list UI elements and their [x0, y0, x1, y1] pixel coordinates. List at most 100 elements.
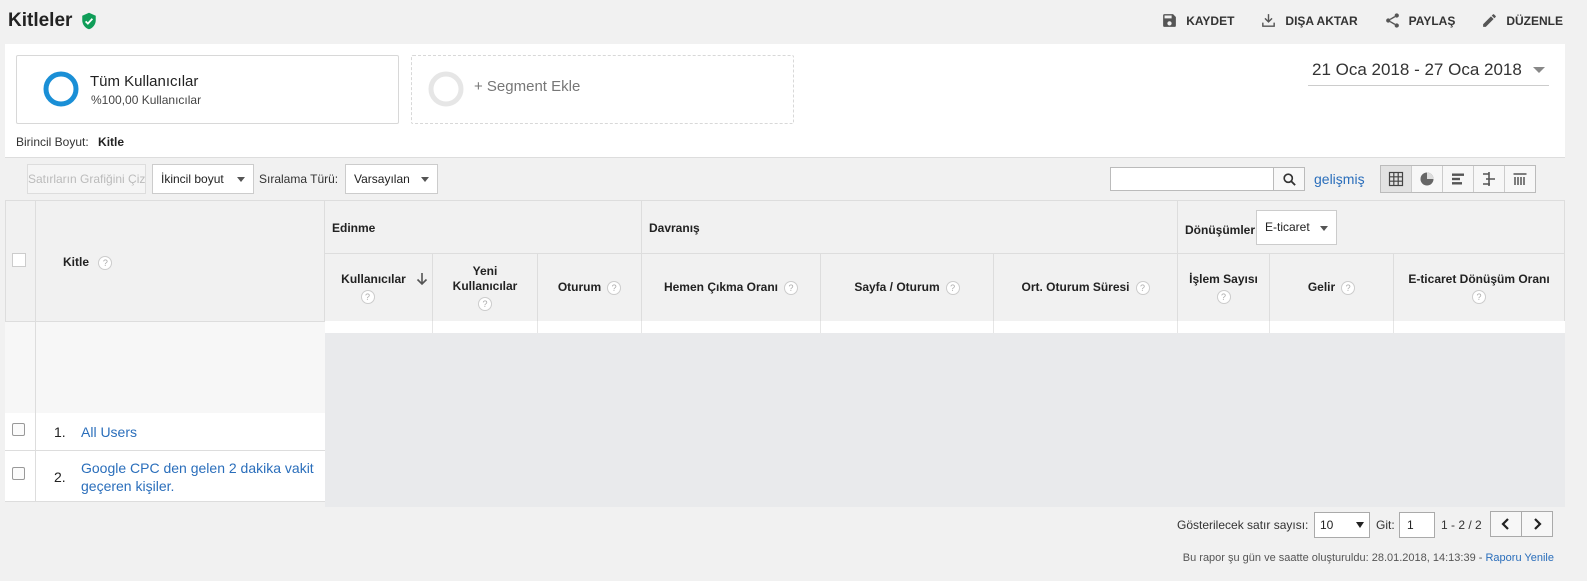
segment-subtitle: %100,00 Kullanıcılar: [91, 93, 202, 107]
sort-type-value: Varsayılan: [354, 172, 410, 186]
primary-dimension: Birincil Boyut: Kitle: [16, 135, 124, 149]
dropdown-caret-icon: [1320, 226, 1328, 231]
view-toggle-group: [1380, 165, 1536, 193]
column-divider: [432, 321, 433, 333]
column-header-avg-session[interactable]: Ort. Oturum Süresi ?: [993, 253, 1178, 322]
date-range-picker[interactable]: 21 Oca 2018 - 27 Oca 2018: [1308, 60, 1549, 86]
transactions-header-label: İşlem Sayısı: [1189, 271, 1258, 286]
pie-chart-icon: [1420, 172, 1434, 186]
column-header-ecommerce-rate[interactable]: E-ticaret Dönüşüm Oranı ?: [1393, 253, 1565, 322]
column-divider: [537, 321, 538, 333]
rows-per-page-select[interactable]: 10: [1314, 512, 1370, 538]
column-header-users[interactable]: Kullanıcılar ?: [324, 253, 433, 322]
help-icon[interactable]: ?: [1135, 280, 1150, 295]
next-page-button[interactable]: [1522, 512, 1552, 536]
row-link[interactable]: Google CPC den gelen 2 dakika vakit geçe…: [81, 459, 321, 495]
export-label: DIŞA AKTAR: [1285, 13, 1358, 28]
chevron-left-icon: [1501, 518, 1509, 530]
table-view-button[interactable]: [1381, 166, 1412, 192]
column-header-sessions[interactable]: Oturum ?: [537, 253, 642, 322]
loading-data-area: [325, 333, 1565, 507]
column-header-new-users[interactable]: Yeni Kullanıcılar ?: [432, 253, 538, 322]
dimension-header-label: Kitle ?: [63, 255, 113, 270]
users-header-label: Kullanıcılar: [341, 271, 406, 286]
download-icon: [1262, 14, 1276, 27]
conversions-group-header: Dönüşümler: [1177, 200, 1565, 254]
conversions-group-label: Dönüşümler: [1185, 223, 1256, 237]
help-icon[interactable]: ?: [607, 280, 622, 295]
table-search-input[interactable]: [1110, 167, 1274, 191]
refresh-report-link[interactable]: Raporu Yenile: [1485, 552, 1554, 564]
help-icon[interactable]: ?: [945, 280, 960, 295]
add-segment-label[interactable]: + Segment Ekle: [474, 78, 580, 95]
column-divider: [993, 321, 994, 333]
dimension-header-text: Kitle: [63, 255, 90, 269]
column-divider: [1393, 321, 1394, 333]
performance-view-button[interactable]: [1443, 166, 1474, 192]
comparison-view-button[interactable]: [1474, 166, 1505, 192]
column-divider: [641, 321, 642, 333]
verified-shield-icon: [82, 12, 96, 30]
grid-icon: [1388, 171, 1404, 187]
page-title: Kitleler: [8, 10, 73, 31]
help-icon[interactable]: ?: [478, 297, 492, 311]
help-icon[interactable]: ?: [784, 280, 799, 295]
pie-view-button[interactable]: [1412, 166, 1443, 192]
advanced-filter-link[interactable]: gelişmiş: [1314, 171, 1365, 187]
secondary-dimension-label: İkincil boyut: [161, 172, 224, 186]
help-icon[interactable]: ?: [1472, 289, 1486, 304]
date-range-value: 21 Oca 2018 - 27 Oca 2018: [1312, 60, 1522, 79]
help-icon[interactable]: ?: [1216, 289, 1231, 304]
sessions-header-label: Oturum: [557, 280, 602, 294]
chevron-down-icon: [1533, 67, 1545, 73]
row-divider: [35, 322, 36, 502]
share-button[interactable]: PAYLAŞ: [1384, 12, 1456, 29]
add-segment-card[interactable]: [411, 55, 794, 124]
dropdown-caret-icon: [237, 177, 245, 182]
search-button[interactable]: [1273, 167, 1305, 191]
share-label: PAYLAŞ: [1408, 13, 1456, 28]
totals-row: [5, 322, 325, 414]
previous-page-button[interactable]: [1491, 512, 1522, 536]
sort-type-dropdown[interactable]: Varsayılan: [345, 164, 438, 194]
chevron-right-icon: [1534, 518, 1542, 530]
primary-dimension-value[interactable]: Kitle: [98, 135, 124, 149]
help-icon[interactable]: ?: [98, 255, 113, 270]
help-icon[interactable]: ?: [1341, 280, 1356, 295]
page-range: 1 - 2 / 2: [1441, 518, 1482, 532]
sort-type-label: Sıralama Türü:: [259, 172, 339, 186]
conversion-type-dropdown[interactable]: E-ticaret: [1256, 210, 1337, 245]
users-header-row: Kullanıcılar: [341, 272, 428, 287]
row-checkbox[interactable]: [12, 467, 25, 480]
segment-title: Tüm Kullanıcılar: [90, 73, 199, 90]
report-footer: Bu rapor şu gün ve saatte oluşturuldu: 2…: [1183, 552, 1554, 564]
column-header-transactions[interactable]: İşlem Sayısı ?: [1177, 253, 1270, 322]
column-header-bounce-rate[interactable]: Hemen Çıkma Oranı ?: [641, 253, 821, 322]
row-index: 2.: [54, 469, 66, 485]
edit-button[interactable]: DÜZENLE: [1481, 12, 1563, 29]
row-index: 1.: [54, 424, 66, 440]
comparison-icon: [1483, 172, 1495, 186]
select-all-checkbox[interactable]: [12, 253, 26, 267]
help-icon[interactable]: ?: [360, 289, 375, 304]
export-button[interactable]: DIŞA AKTAR: [1260, 12, 1358, 29]
column-divider: [820, 321, 821, 333]
share-icon: [1385, 13, 1399, 28]
column-header-revenue[interactable]: Gelir ?: [1269, 253, 1394, 322]
pivot-view-button[interactable]: [1505, 166, 1535, 192]
secondary-dimension-dropdown[interactable]: İkincil boyut: [152, 164, 254, 194]
pivot-icon: [1513, 173, 1527, 185]
row-checkbox[interactable]: [12, 423, 25, 436]
behavior-group-label: Davranış: [649, 221, 700, 235]
save-button[interactable]: KAYDET: [1161, 12, 1234, 29]
row-link[interactable]: All Users: [81, 423, 137, 441]
revenue-header-label: Gelir: [1307, 280, 1336, 294]
column-header-pages-per-session[interactable]: Sayfa / Oturum ?: [820, 253, 994, 322]
behavior-group-header: Davranış: [641, 200, 1178, 254]
bar-chart-icon: [1452, 173, 1464, 185]
report-generated-text: Bu rapor şu gün ve saatte oluşturuldu: 2…: [1182, 552, 1483, 564]
plot-rows-button[interactable]: Satırların Grafiğini Çiz: [27, 164, 146, 194]
rows-per-page-value: 10: [1320, 518, 1334, 532]
goto-page-input[interactable]: 1: [1399, 512, 1435, 538]
dropdown-caret-icon: [421, 177, 429, 182]
